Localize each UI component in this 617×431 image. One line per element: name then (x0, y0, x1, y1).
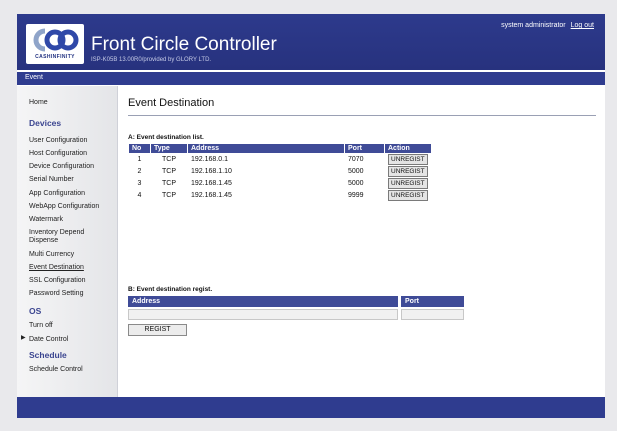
sidebar-item-webapp-configuration[interactable]: WebApp Configuration (29, 203, 99, 211)
sidebar-item-turn-off[interactable]: Turn off (29, 322, 53, 330)
column-header-type: Type (150, 143, 188, 154)
breadcrumb-bar: Event (17, 72, 605, 85)
sidebar-item-host-configuration[interactable]: Host Configuration (29, 150, 87, 158)
cell-action: UNREGIST (384, 153, 432, 166)
cell-type: TCP (150, 153, 188, 166)
cell-type: TCP (150, 189, 188, 202)
cell-type: TCP (150, 177, 188, 190)
cell-no: 4 (128, 189, 151, 202)
unregist-button[interactable]: UNREGIST (388, 190, 428, 201)
sidebar-item-dispense[interactable]: Dispense (29, 237, 58, 245)
sidebar-section-schedule: Schedule (29, 350, 67, 360)
column-header-action: Action (384, 143, 432, 154)
cell-action: UNREGIST (384, 189, 432, 202)
sidebar: Home Devices User Configuration Host Con… (17, 86, 118, 397)
table-header-row: No Type Address Port Action (128, 143, 432, 154)
port-input[interactable] (401, 309, 464, 320)
sidebar-item-user-configuration[interactable]: User Configuration (29, 137, 87, 145)
column-header-address: Address (187, 143, 345, 154)
footer-bar (17, 397, 605, 418)
table-row: 2 TCP 192.168.1.10 5000 UNREGIST (128, 165, 432, 178)
user-name: system administrator (501, 22, 566, 29)
sidebar-section-devices: Devices (29, 118, 62, 128)
logout-link[interactable]: Log out (571, 22, 594, 29)
cell-action: UNREGIST (384, 165, 432, 178)
app-subtitle: ISP-K05B 13.00R0/provided by GLORY LTD. (91, 57, 212, 63)
cell-address: 192.168.1.45 (187, 177, 345, 190)
cell-port: 5000 (344, 177, 385, 190)
sidebar-item-multi-currency[interactable]: Multi Currency (29, 251, 74, 259)
address-input[interactable] (128, 309, 398, 320)
cell-port: 9999 (344, 189, 385, 202)
sidebar-item-event-destination[interactable]: Event Destination (29, 264, 84, 272)
regist-port-header: Port (401, 296, 464, 307)
regist-section-label: B: Event destination regist. (128, 286, 213, 293)
event-destination-table: No Type Address Port Action 1 TCP 192.16… (128, 143, 432, 202)
table-row: 3 TCP 192.168.1.45 5000 UNREGIST (128, 177, 432, 190)
cell-address: 192.168.1.45 (187, 189, 345, 202)
column-header-port: Port (344, 143, 385, 154)
unregist-button[interactable]: UNREGIST (388, 154, 428, 165)
sidebar-item-serial-number[interactable]: Serial Number (29, 176, 74, 184)
sidebar-item-inventory-depend[interactable]: Inventory Depend (29, 229, 84, 237)
infinity-logo-icon (33, 28, 79, 52)
cell-port: 5000 (344, 165, 385, 178)
main-content: Event Destination A: Event destination l… (118, 86, 605, 397)
sidebar-item-watermark[interactable]: Watermark (29, 216, 63, 224)
title-divider (128, 115, 596, 116)
sidebar-item-home[interactable]: Home (29, 99, 48, 107)
cell-address: 192.168.0.1 (187, 153, 345, 166)
unregist-button[interactable]: UNREGIST (388, 166, 428, 177)
sidebar-item-password-setting[interactable]: Password Setting (29, 290, 83, 298)
unregist-button[interactable]: UNREGIST (388, 178, 428, 189)
table-row: 1 TCP 192.168.0.1 7070 UNREGIST (128, 153, 432, 166)
cell-port: 7070 (344, 153, 385, 166)
logo-brand-text: CASHINFINITY (35, 54, 75, 60)
app-title: Front Circle Controller (91, 34, 277, 55)
regist-address-header: Address (128, 296, 398, 307)
regist-button[interactable]: REGIST (128, 324, 187, 336)
page-title: Event Destination (128, 97, 215, 109)
active-arrow-icon: ▶ (21, 335, 26, 341)
table-row: 4 TCP 192.168.1.45 9999 UNREGIST (128, 189, 432, 202)
cell-no: 1 (128, 153, 151, 166)
breadcrumb: Event (25, 74, 43, 81)
cell-no: 2 (128, 165, 151, 178)
cell-action: UNREGIST (384, 177, 432, 190)
cashinfinity-logo: CASHINFINITY (26, 24, 84, 64)
sidebar-item-date-control[interactable]: Date Control (29, 336, 68, 344)
cell-address: 192.168.1.10 (187, 165, 345, 178)
sidebar-item-device-configuration[interactable]: Device Configuration (29, 163, 94, 171)
user-area: system administrator Log out (501, 22, 594, 29)
cell-no: 3 (128, 177, 151, 190)
sidebar-item-ssl-configuration[interactable]: SSL Configuration (29, 277, 86, 285)
sidebar-item-app-configuration[interactable]: App Configuration (29, 190, 85, 198)
app-frame: CASHINFINITY Front Circle Controller ISP… (17, 14, 605, 418)
sidebar-section-os: OS (29, 306, 42, 316)
list-section-label: A: Event destination list. (128, 134, 204, 141)
cell-type: TCP (150, 165, 188, 178)
header-bar: CASHINFINITY Front Circle Controller ISP… (17, 14, 605, 70)
sidebar-item-schedule-control[interactable]: Schedule Control (29, 366, 83, 374)
column-header-no: No (128, 143, 151, 154)
